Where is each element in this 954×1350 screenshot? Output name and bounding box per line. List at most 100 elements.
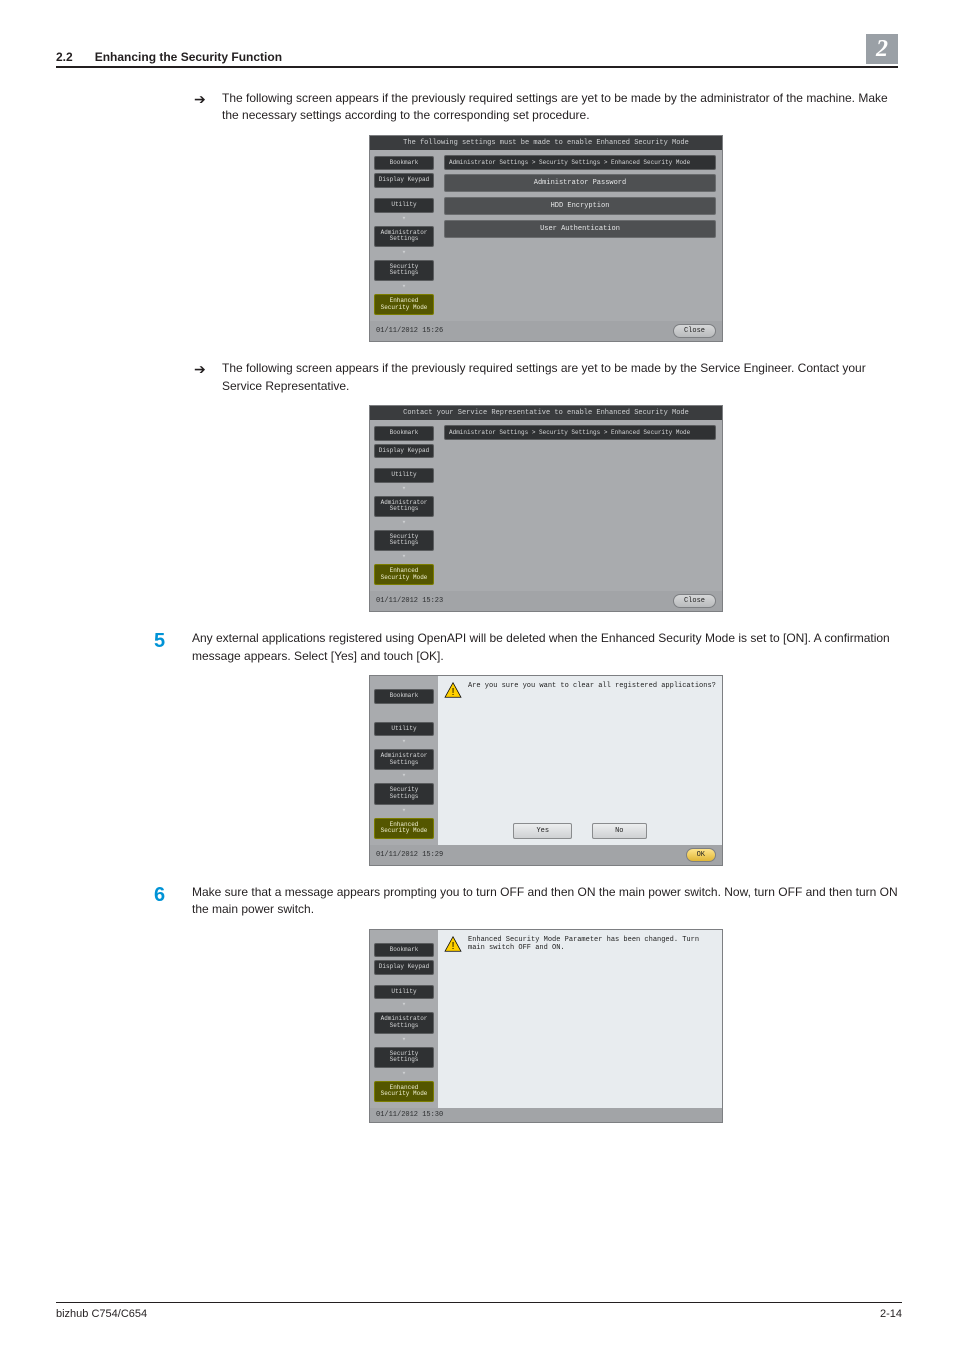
screenshot-topbar: Contact your Service Representative to e… — [370, 406, 722, 420]
arrow-icon: ➔ — [194, 90, 212, 125]
utility-button[interactable]: Utility — [374, 468, 434, 483]
arrow-icon: ➔ — [194, 360, 212, 395]
utility-button[interactable]: Utility — [374, 198, 434, 213]
close-button[interactable]: Close — [673, 324, 716, 338]
list-item[interactable]: HDD Encryption — [444, 197, 716, 215]
security-settings-button[interactable]: Security Settings — [374, 783, 434, 804]
step-number: 5 — [154, 630, 182, 665]
chevron-down-icon: ▾ — [374, 554, 434, 561]
chevron-down-icon: ▾ — [374, 250, 434, 257]
screenshot-main: ! Enhanced Security Mode Parameter has b… — [438, 930, 722, 1108]
paragraph: The following screen appears if the prev… — [222, 90, 898, 125]
chevron-down-icon: ▾ — [374, 808, 434, 815]
no-button[interactable]: No — [592, 823, 646, 839]
warning-icon: ! — [444, 682, 462, 698]
chapter-badge: 2 — [866, 34, 898, 64]
bookmark-button[interactable]: Bookmark — [374, 689, 434, 704]
screenshot-container: Bookmark Utility ▾ Administrator Setting… — [194, 675, 898, 866]
screenshot-main: Administrator Settings > Security Settin… — [438, 150, 722, 321]
paragraph: Any external applications registered usi… — [192, 630, 898, 665]
chevron-down-icon: ▾ — [374, 216, 434, 223]
alert-text: Are you sure you want to clear all regis… — [468, 682, 716, 690]
display-keypad-button[interactable]: Display Keypad — [374, 173, 434, 188]
alert-row: ! Are you sure you want to clear all reg… — [438, 676, 722, 698]
ok-button[interactable]: OK — [686, 848, 716, 862]
paragraph: The following screen appears if the prev… — [222, 360, 898, 395]
display-keypad-button[interactable]: Display Keypad — [374, 960, 434, 975]
screenshot-sidebar: Bookmark Display Keypad Utility ▾ Admini… — [370, 420, 438, 591]
bookmark-button[interactable]: Bookmark — [374, 156, 434, 171]
screenshot-main: Administrator Settings > Security Settin… — [438, 420, 722, 591]
enhanced-security-mode-button[interactable]: Enhanced Security Mode — [374, 294, 434, 315]
list-item[interactable]: Administrator Password — [444, 174, 716, 192]
step-row: 5 Any external applications registered u… — [194, 630, 898, 665]
breadcrumb: Administrator Settings > Security Settin… — [444, 155, 716, 170]
chevron-down-icon: ▾ — [374, 520, 434, 527]
screenshot-footer: 01/11/2012 15:23 Close — [370, 591, 722, 611]
paragraph: Make sure that a message appears prompti… — [192, 884, 898, 919]
utility-button[interactable]: Utility — [374, 722, 434, 737]
chevron-down-icon: ▾ — [374, 773, 434, 780]
timestamp: 01/11/2012 15:26 — [376, 327, 443, 335]
chevron-down-icon: ▾ — [374, 284, 434, 291]
security-settings-button[interactable]: Security Settings — [374, 1047, 434, 1068]
screenshot-footer: 01/11/2012 15:29 OK — [370, 845, 722, 865]
svg-text:!: ! — [452, 687, 455, 698]
security-settings-button[interactable]: Security Settings — [374, 260, 434, 281]
utility-button[interactable]: Utility — [374, 985, 434, 1000]
admin-settings-button[interactable]: Administrator Settings — [374, 1012, 434, 1033]
security-settings-button[interactable]: Security Settings — [374, 530, 434, 551]
enhanced-security-mode-button[interactable]: Enhanced Security Mode — [374, 1081, 434, 1102]
close-button[interactable]: Close — [673, 594, 716, 608]
screenshot-container: Bookmark Display Keypad Utility ▾ Admini… — [194, 929, 898, 1123]
chevron-down-icon: ▾ — [374, 1037, 434, 1044]
timestamp: 01/11/2012 15:30 — [376, 1111, 443, 1119]
footer-rule — [56, 1302, 902, 1303]
screenshot-sidebar: Bookmark Display Keypad Utility ▾ Admini… — [370, 930, 438, 1108]
screenshot-footer: 01/11/2012 15:26 Close — [370, 321, 722, 341]
header-left: 2.2 Enhancing the Security Function — [56, 50, 282, 64]
svg-text:!: ! — [452, 941, 455, 952]
screenshot-container: The following settings must be made to e… — [194, 135, 898, 342]
screenshot-enhanced-security-admin: The following settings must be made to e… — [369, 135, 723, 342]
screenshot-clear-applications: Bookmark Utility ▾ Administrator Setting… — [369, 675, 723, 866]
bookmark-button[interactable]: Bookmark — [374, 943, 434, 958]
section-number: 2.2 — [56, 50, 73, 64]
screenshot-power-cycle: Bookmark Display Keypad Utility ▾ Admini… — [369, 929, 723, 1123]
admin-settings-button[interactable]: Administrator Settings — [374, 749, 434, 770]
timestamp: 01/11/2012 15:29 — [376, 851, 443, 859]
screenshot-sidebar: Bookmark Display Keypad Utility ▾ Admini… — [370, 150, 438, 321]
list-item[interactable]: User Authentication — [444, 220, 716, 238]
enhanced-security-mode-button[interactable]: Enhanced Security Mode — [374, 564, 434, 585]
chevron-down-icon: ▾ — [374, 486, 434, 493]
timestamp: 01/11/2012 15:23 — [376, 597, 443, 605]
yes-button[interactable]: Yes — [513, 823, 572, 839]
page-header: 2.2 Enhancing the Security Function 2 — [56, 34, 898, 64]
page-footer: bizhub C754/C654 2-14 — [56, 1308, 902, 1320]
chevron-down-icon: ▾ — [374, 1002, 434, 1009]
chevron-down-icon: ▾ — [374, 739, 434, 746]
step-number: 6 — [154, 884, 182, 919]
step-row: 6 Make sure that a message appears promp… — [194, 884, 898, 919]
bookmark-button[interactable]: Bookmark — [374, 426, 434, 441]
display-keypad-button[interactable]: Display Keypad — [374, 444, 434, 459]
enhanced-security-mode-button[interactable]: Enhanced Security Mode — [374, 818, 434, 839]
product-name: bizhub C754/C654 — [56, 1308, 147, 1320]
alert-text: Enhanced Security Mode Parameter has bee… — [468, 936, 716, 953]
admin-settings-button[interactable]: Administrator Settings — [374, 496, 434, 517]
screenshot-sidebar: Bookmark Utility ▾ Administrator Setting… — [370, 676, 438, 845]
screenshot-topbar: The following settings must be made to e… — [370, 136, 722, 150]
screenshot-contact-service: Contact your Service Representative to e… — [369, 405, 723, 612]
screenshot-main: ! Are you sure you want to clear all reg… — [438, 676, 722, 845]
screenshot-container: Contact your Service Representative to e… — [194, 405, 898, 612]
bullet-row: ➔ The following screen appears if the pr… — [194, 90, 898, 125]
warning-icon: ! — [444, 936, 462, 952]
content-area: ➔ The following screen appears if the pr… — [56, 68, 898, 1123]
screenshot-footer: 01/11/2012 15:30 — [370, 1108, 722, 1122]
breadcrumb: Administrator Settings > Security Settin… — [444, 425, 716, 440]
section-title: Enhancing the Security Function — [95, 50, 282, 64]
alert-row: ! Enhanced Security Mode Parameter has b… — [438, 930, 722, 953]
chevron-down-icon: ▾ — [374, 1071, 434, 1078]
bullet-row: ➔ The following screen appears if the pr… — [194, 360, 898, 395]
admin-settings-button[interactable]: Administrator Settings — [374, 226, 434, 247]
